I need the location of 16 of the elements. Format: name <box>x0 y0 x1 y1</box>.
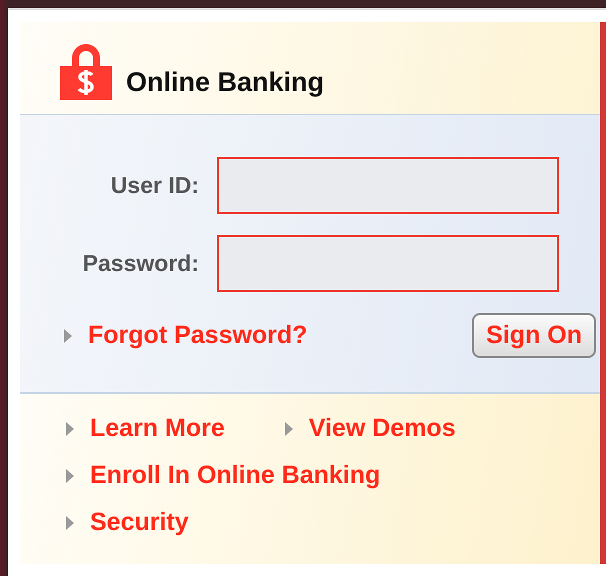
nav-link[interactable]: Security <box>90 508 189 537</box>
nav-link[interactable]: View Demos <box>308 414 456 443</box>
nav-link[interactable]: Enroll In Online Banking <box>90 461 380 490</box>
arrow-icon <box>64 328 72 342</box>
password-field[interactable] <box>217 235 559 292</box>
arrow-icon <box>284 422 293 436</box>
user-id-field[interactable] <box>217 157 559 214</box>
panel-title: Online Banking <box>126 69 324 96</box>
field-label: User ID: <box>110 172 200 199</box>
forgot-password-link[interactable]: Forgot Password? <box>88 321 308 350</box>
nav-link[interactable]: Learn More <box>90 414 225 443</box>
field-label: Password: <box>82 250 200 277</box>
arrow-icon <box>66 468 74 482</box>
sign-on-button[interactable]: Sign On <box>472 313 596 358</box>
arrow-icon <box>66 516 74 530</box>
arrow-icon <box>66 422 74 436</box>
